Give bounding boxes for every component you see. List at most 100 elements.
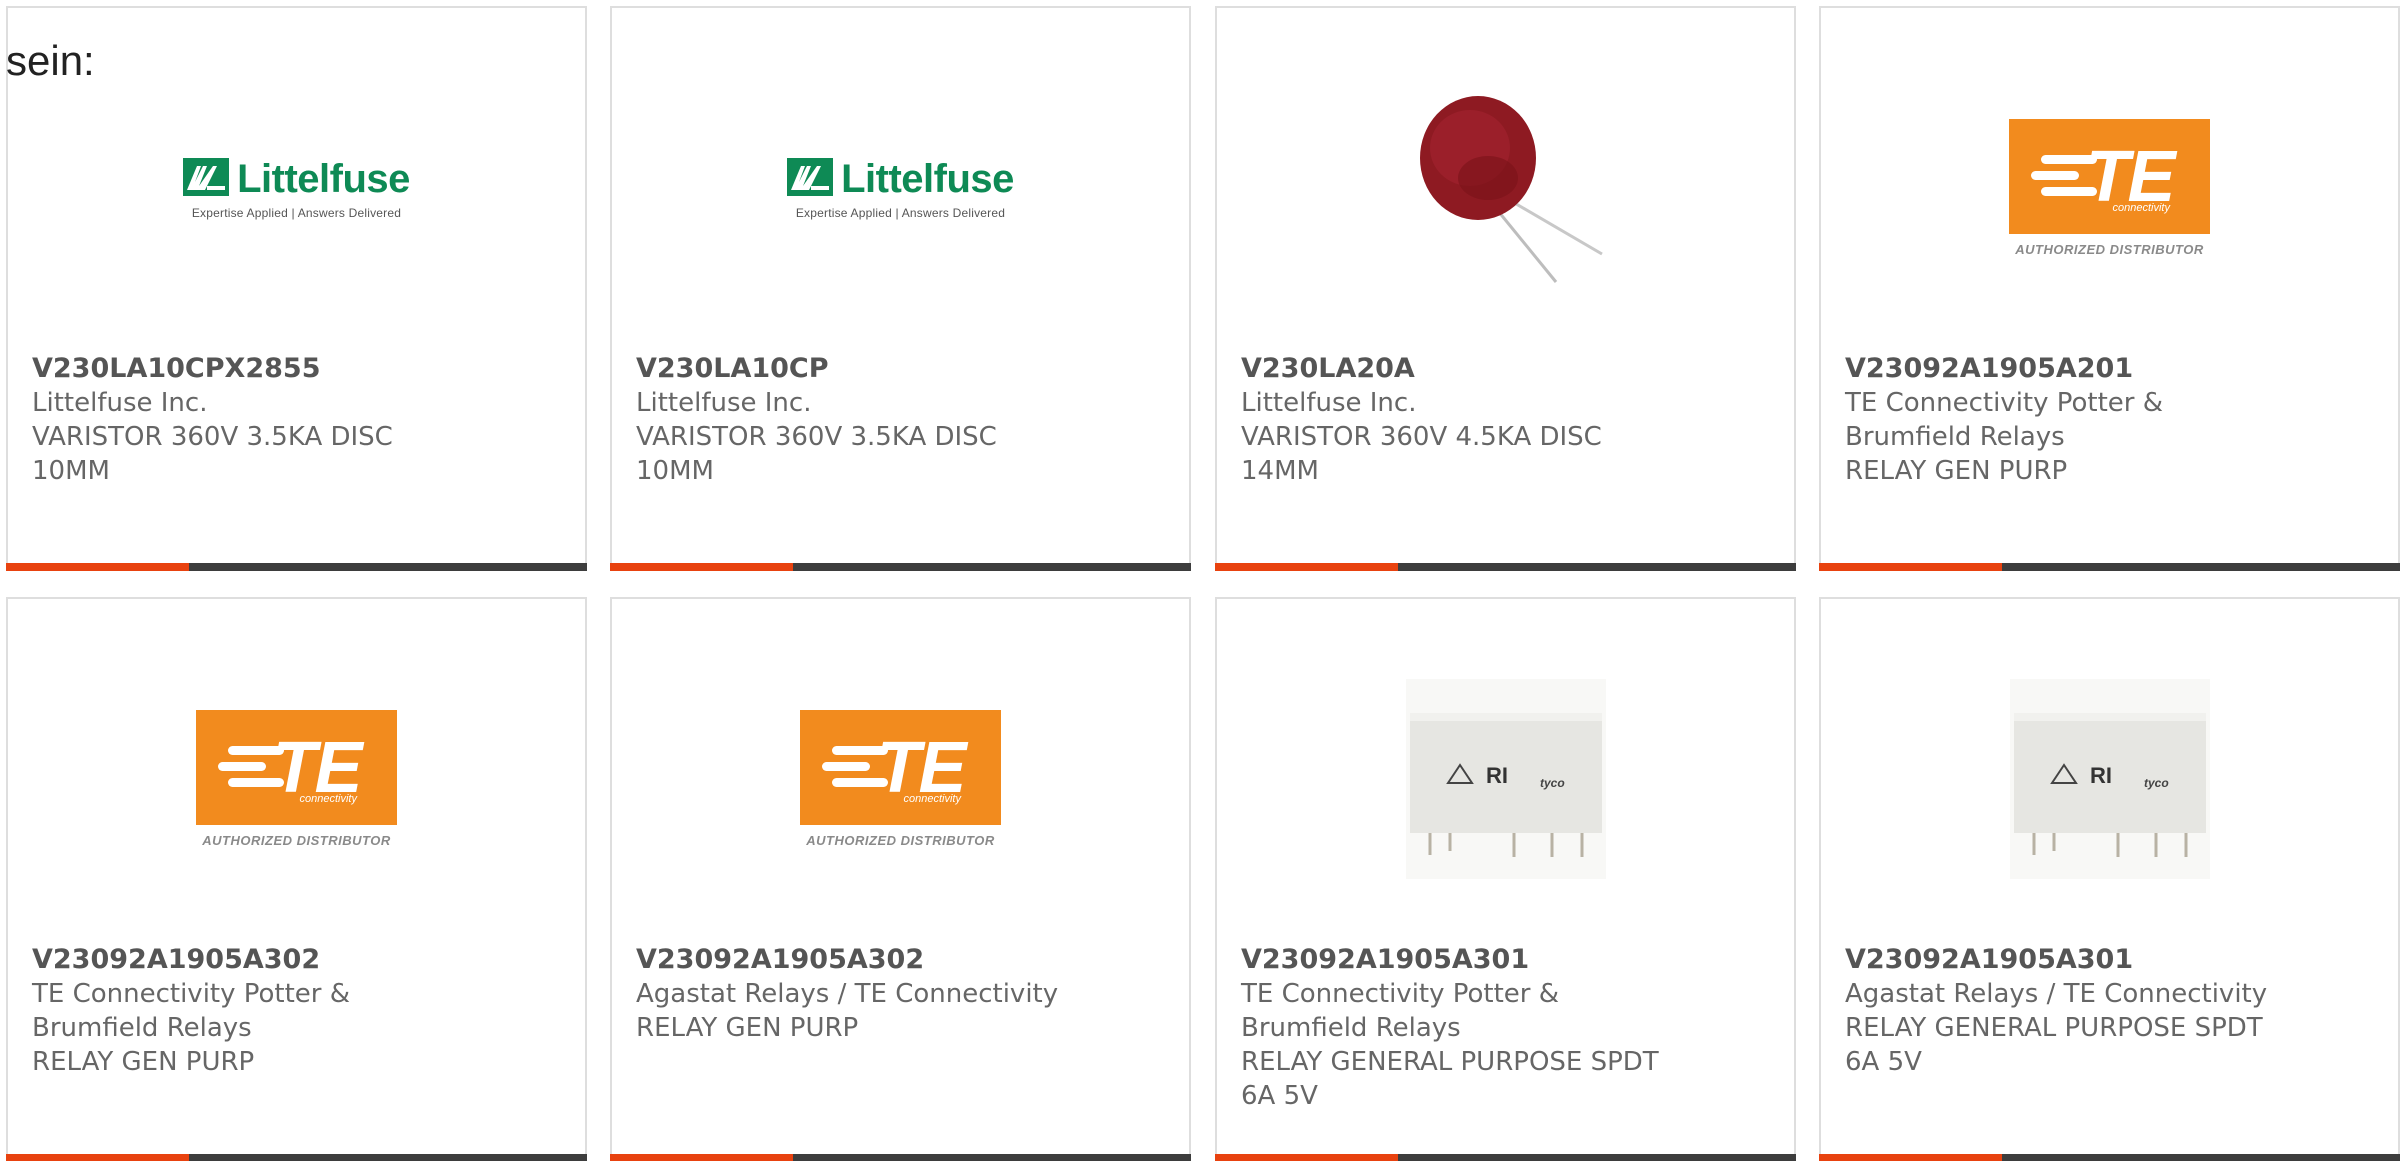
- card-bottom-accent: [1819, 563, 2002, 571]
- card-bottom-bar: [610, 563, 1191, 571]
- te-stripes-icon: [218, 744, 288, 794]
- card-bottom-accent: [1215, 563, 1398, 571]
- product-description: RELAY GEN PURP: [1845, 456, 2068, 486]
- te-authorized-distributor: AUTHORIZED DISTRIBUTOR: [2015, 242, 2204, 257]
- product-image-area[interactable]: TE connectivity AUTHORIZED DISTRIBUTOR: [1821, 78, 2398, 298]
- product-card[interactable]: RI tyco V23092A1905A301 Agastat Relays / TE…: [1819, 597, 2400, 1161]
- manufacturer-name: Littelfuse Inc.: [32, 388, 208, 418]
- te-logo: TE connectivity AUTHORIZED DISTRIBUTOR: [2009, 119, 2210, 257]
- product-description: 6A 5V: [1241, 1081, 1318, 1111]
- te-stripes-icon: [2031, 153, 2101, 203]
- svg-text:tyco: tyco: [2144, 776, 2169, 790]
- littelfuse-wordmark: Littelfuse: [237, 156, 410, 201]
- product-description: 10MM: [32, 456, 110, 486]
- card-bottom-bar: [1819, 1154, 2400, 1161]
- product-description: 14MM: [1241, 456, 1319, 486]
- part-number[interactable]: V230LA20A: [1241, 352, 1681, 386]
- littelfuse-logo: Littelfuse Expertise Applied | Answers De…: [787, 157, 1014, 220]
- part-number[interactable]: V23092A1905A302: [636, 943, 1076, 977]
- part-number[interactable]: V230LA10CP: [636, 352, 1076, 386]
- part-number[interactable]: V23092A1905A301: [1845, 943, 2285, 977]
- te-logo-box: TE connectivity: [800, 710, 1001, 825]
- product-description: 6A 5V: [1845, 1047, 1922, 1077]
- product-card[interactable]: RI tyco V23092A1905A301 TE Connectivity Pot…: [1215, 597, 1796, 1161]
- product-text: V23092A1905A301 TE Connectivity Potter & B…: [1241, 943, 1681, 1113]
- product-description: RELAY GEN PURP: [636, 1013, 859, 1043]
- manufacturer-name: TE Connectivity Potter &: [1845, 388, 2164, 418]
- card-bottom-accent: [1819, 1154, 2002, 1161]
- part-number[interactable]: V230LA10CPX2855: [32, 352, 472, 386]
- part-number[interactable]: V23092A1905A201: [1845, 352, 2285, 386]
- product-image-area[interactable]: TE connectivity AUTHORIZED DISTRIBUTOR: [612, 669, 1189, 889]
- product-text: V23092A1905A301 Agastat Relays / TE Conne…: [1845, 943, 2285, 1079]
- product-image-area[interactable]: RI tyco: [1217, 669, 1794, 889]
- product-description: VARISTOR 360V 4.5KA DISC: [1241, 422, 1602, 452]
- product-image-area[interactable]: Littelfuse Expertise Applied | Answers De…: [8, 78, 585, 298]
- manufacturer-name: Agastat Relays / TE Connectivity: [1845, 979, 2268, 1009]
- te-connectivity-text: connectivity: [2112, 202, 2170, 214]
- product-grid: Littelfuse Expertise Applied | Answers De…: [0, 0, 2400, 1161]
- product-card[interactable]: TE connectivity AUTHORIZED DISTRIBUTOR V230…: [610, 597, 1191, 1161]
- product-text: V230LA10CP Littelfuse Inc. VARISTOR 360V 3…: [636, 352, 1076, 488]
- product-text: V230LA10CPX2855 Littelfuse Inc. VARISTOR 3…: [32, 352, 472, 488]
- svg-text:RI: RI: [2090, 763, 2112, 788]
- littelfuse-logo-row: Littelfuse: [183, 157, 410, 202]
- product-card[interactable]: Littelfuse Expertise Applied | Answers De…: [610, 6, 1191, 571]
- te-authorized-distributor: AUTHORIZED DISTRIBUTOR: [202, 833, 391, 848]
- product-description: VARISTOR 360V 3.5KA DISC: [32, 422, 393, 452]
- svg-text:tyco: tyco: [1540, 776, 1565, 790]
- svg-text:RI: RI: [1486, 763, 1508, 788]
- card-bottom-accent: [610, 563, 793, 571]
- te-logo: TE connectivity AUTHORIZED DISTRIBUTOR: [800, 710, 1001, 848]
- product-image-area[interactable]: [1217, 78, 1794, 298]
- product-image-area[interactable]: RI tyco: [1821, 669, 2398, 889]
- part-number[interactable]: V23092A1905A301: [1241, 943, 1681, 977]
- card-bottom-bar: [610, 1154, 1191, 1161]
- manufacturer-name: Agastat Relays / TE Connectivity: [636, 979, 1059, 1009]
- product-image-area[interactable]: TE connectivity AUTHORIZED DISTRIBUTOR: [8, 669, 585, 889]
- product-description: 10MM: [636, 456, 714, 486]
- card-bottom-accent: [610, 1154, 793, 1161]
- littelfuse-logo-row: Littelfuse: [787, 157, 1014, 202]
- product-results-page: sein: Littelfuse Expertise Applied | Answ…: [0, 0, 2400, 1161]
- card-bottom-accent: [1215, 1154, 1398, 1161]
- manufacturer-name: TE Connectivity Potter &: [1241, 979, 1560, 1009]
- te-connectivity-text: connectivity: [903, 793, 961, 805]
- product-card[interactable]: TE connectivity AUTHORIZED DISTRIBUTOR V230…: [1819, 6, 2400, 571]
- varistor-image: [1405, 86, 1606, 290]
- part-number[interactable]: V23092A1905A302: [32, 943, 472, 977]
- intro-text: sein:: [6, 37, 95, 84]
- te-stripes-icon: [822, 744, 892, 794]
- product-image-area[interactable]: Littelfuse Expertise Applied | Answers De…: [612, 78, 1189, 298]
- product-card[interactable]: V230LA20A Littelfuse Inc. VARISTOR 360V 4.…: [1215, 6, 1796, 571]
- manufacturer-name: Littelfuse Inc.: [636, 388, 812, 418]
- te-connectivity-text: connectivity: [299, 793, 357, 805]
- card-bottom-bar: [1819, 563, 2400, 571]
- te-authorized-distributor: AUTHORIZED DISTRIBUTOR: [806, 833, 995, 848]
- card-bottom-accent: [6, 1154, 189, 1161]
- card-bottom-bar: [1215, 563, 1796, 571]
- manufacturer-name: Brumfield Relays: [1241, 1013, 1461, 1043]
- manufacturer-name: Littelfuse Inc.: [1241, 388, 1417, 418]
- product-card[interactable]: Littelfuse Expertise Applied | Answers De…: [6, 6, 587, 571]
- manufacturer-name: Brumfield Relays: [32, 1013, 252, 1043]
- card-bottom-accent: [6, 563, 189, 571]
- littelfuse-logo: Littelfuse Expertise Applied | Answers De…: [183, 157, 410, 220]
- card-bottom-bar: [6, 563, 587, 571]
- te-logo: TE connectivity AUTHORIZED DISTRIBUTOR: [196, 710, 397, 848]
- relay-image: RI tyco: [2009, 679, 2210, 879]
- card-bottom-bar: [1215, 1154, 1796, 1161]
- product-description: RELAY GEN PURP: [32, 1047, 255, 1077]
- product-description: RELAY GENERAL PURPOSE SPDT: [1241, 1047, 1659, 1077]
- product-card[interactable]: TE connectivity AUTHORIZED DISTRIBUTOR V230…: [6, 597, 587, 1161]
- littelfuse-tagline: Expertise Applied | Answers Delivered: [191, 205, 402, 220]
- product-text: V230LA20A Littelfuse Inc. VARISTOR 360V 4.…: [1241, 352, 1681, 488]
- relay-image: RI tyco: [1405, 679, 1606, 879]
- te-logo-box: TE connectivity: [2009, 119, 2210, 234]
- littelfuse-mark-icon: [183, 158, 230, 200]
- product-text: V23092A1905A302 TE Connectivity Potter & B…: [32, 943, 472, 1079]
- manufacturer-name: TE Connectivity Potter &: [32, 979, 351, 1009]
- littelfuse-mark-icon: [787, 158, 834, 200]
- littelfuse-tagline: Expertise Applied | Answers Delivered: [795, 205, 1006, 220]
- littelfuse-wordmark: Littelfuse: [841, 156, 1014, 201]
